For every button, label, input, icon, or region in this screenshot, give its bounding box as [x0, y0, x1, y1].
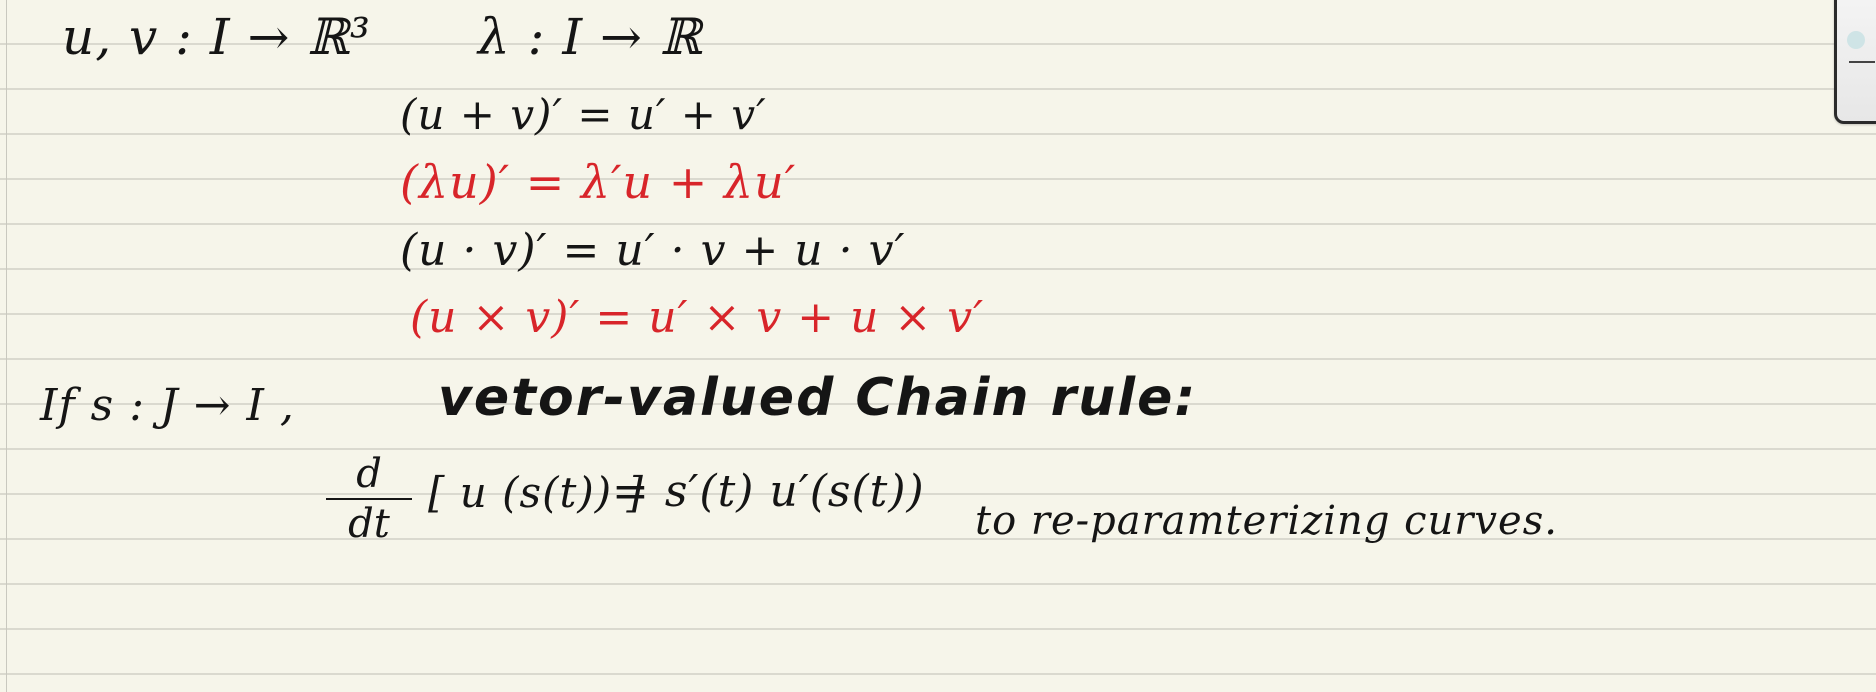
chain-rule-rhs: = s′(t) u′(s(t)) [612, 466, 925, 517]
dot-product-rule: (u · v)′ = u′ · v + u · v′ [400, 225, 906, 276]
tool-indicator-icon [1847, 31, 1865, 49]
reparameterization-note: to re-paramterizing curves. [975, 498, 1558, 544]
vector-function-declaration: u, v : I → ℝ³ [62, 8, 371, 66]
floating-tool-panel[interactable] [1834, 0, 1876, 124]
derivative-operator: d dt [326, 452, 412, 546]
notebook-page: u, v : I → ℝ³ λ : I → ℝ (u + v)′ = u′ + … [0, 0, 1876, 692]
page-margin [6, 0, 7, 692]
sum-rule: (u + v)′ = u′ + v′ [400, 90, 767, 139]
scalar-function-declaration: λ : I → ℝ [478, 8, 703, 66]
minimize-icon[interactable] [1849, 61, 1875, 63]
scalar-multiple-rule: (λu)′ = λ′u + λu′ [400, 155, 797, 209]
derivative-denominator: dt [348, 501, 390, 547]
fraction-bar [326, 498, 412, 500]
chain-rule-title: vetor-valued Chain rule: [438, 368, 1198, 428]
derivative-numerator: d [356, 451, 382, 497]
cross-product-rule: (u × v)′ = u′ × v + u × v′ [410, 292, 985, 343]
chain-condition: If s : J → I , [40, 380, 295, 431]
